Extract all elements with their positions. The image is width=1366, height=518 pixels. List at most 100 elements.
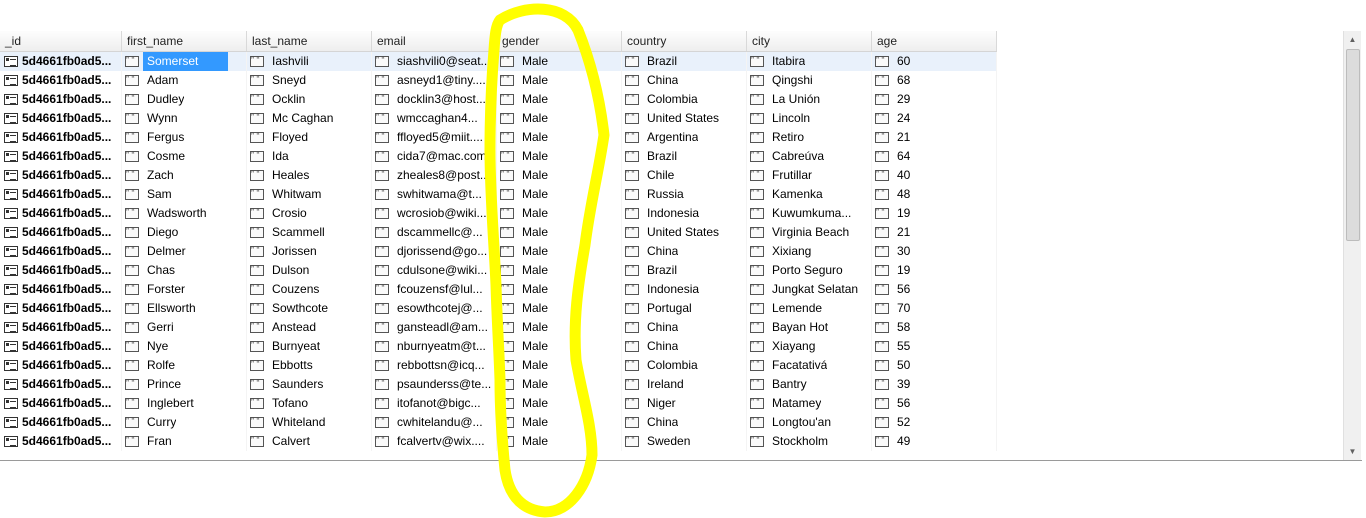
cell-email[interactable]: cwhitelandu@... (372, 413, 497, 432)
cell-country[interactable]: Colombia (622, 356, 747, 375)
cell-city[interactable]: Stockholm (747, 432, 872, 451)
table-row[interactable]: 5d4661fb0ad5... Ellsworth Sowthcote esowthc… (0, 299, 997, 318)
cell-email[interactable]: gansteadl@am... (372, 318, 497, 337)
cell-id[interactable]: 5d4661fb0ad5... (0, 71, 122, 90)
cell-age[interactable]: 52 (872, 413, 997, 432)
cell-age[interactable]: 55 (872, 337, 997, 356)
cell-age[interactable]: 68 (872, 71, 997, 90)
cell-first-name[interactable]: Curry (122, 413, 247, 432)
cell-first-name[interactable]: Fran (122, 432, 247, 451)
cell-last-name[interactable]: Whiteland (247, 413, 372, 432)
cell-age[interactable]: 21 (872, 223, 997, 242)
cell-age[interactable]: 29 (872, 90, 997, 109)
cell-country[interactable]: Niger (622, 394, 747, 413)
cell-gender[interactable]: Male (497, 242, 622, 261)
cell-gender[interactable]: Male (497, 375, 622, 394)
cell-city[interactable]: Bayan Hot (747, 318, 872, 337)
cell-first-name[interactable]: Forster (122, 280, 247, 299)
cell-email[interactable]: dscammellc@... (372, 223, 497, 242)
cell-city[interactable]: Lemende (747, 299, 872, 318)
table-row[interactable]: 5d4661fb0ad5... Gerri Anstead gansteadl@am.… (0, 318, 997, 337)
cell-email[interactable]: swhitwama@t... (372, 185, 497, 204)
scroll-down-icon[interactable]: ▼ (1344, 443, 1361, 460)
cell-age[interactable]: 24 (872, 109, 997, 128)
cell-city[interactable]: Bantry (747, 375, 872, 394)
cell-city[interactable]: Virginia Beach (747, 223, 872, 242)
cell-gender[interactable]: Male (497, 318, 622, 337)
cell-email[interactable]: zheales8@post... (372, 166, 497, 185)
cell-gender[interactable]: Male (497, 432, 622, 451)
cell-id[interactable]: 5d4661fb0ad5... (0, 128, 122, 147)
table-row[interactable]: 5d4661fb0ad5... Delmer Jorissen djorissend@… (0, 242, 997, 261)
column-header-email[interactable]: email (372, 31, 497, 51)
cell-gender[interactable]: Male (497, 109, 622, 128)
cell-last-name[interactable]: Calvert (247, 432, 372, 451)
cell-age[interactable]: 56 (872, 280, 997, 299)
table-row[interactable]: 5d4661fb0ad5... Prince Saunders psaunderss@… (0, 375, 997, 394)
cell-gender[interactable]: Male (497, 166, 622, 185)
cell-last-name[interactable]: Anstead (247, 318, 372, 337)
cell-last-name[interactable]: Ocklin (247, 90, 372, 109)
cell-first-name[interactable]: Delmer (122, 242, 247, 261)
cell-email[interactable]: nburnyeatm@t... (372, 337, 497, 356)
cell-first-name[interactable]: Wynn (122, 109, 247, 128)
cell-first-name[interactable]: Gerri (122, 318, 247, 337)
cell-gender[interactable]: Male (497, 261, 622, 280)
cell-gender[interactable]: Male (497, 128, 622, 147)
scrollbar-thumb[interactable] (1346, 49, 1360, 241)
cell-country[interactable]: Indonesia (622, 280, 747, 299)
cell-first-name[interactable]: Ellsworth (122, 299, 247, 318)
cell-country[interactable]: Portugal (622, 299, 747, 318)
cell-email[interactable]: esowthcotej@... (372, 299, 497, 318)
cell-gender[interactable]: Male (497, 299, 622, 318)
cell-id[interactable]: 5d4661fb0ad5... (0, 204, 122, 223)
cell-country[interactable]: China (622, 337, 747, 356)
cell-first-name[interactable]: Zach (122, 166, 247, 185)
cell-email[interactable]: siashvili0@seat... (372, 52, 497, 71)
cell-id[interactable]: 5d4661fb0ad5... (0, 337, 122, 356)
table-row[interactable]: 5d4661fb0ad5... Zach Heales zheales8@post..… (0, 166, 997, 185)
cell-id[interactable]: 5d4661fb0ad5... (0, 432, 122, 451)
cell-last-name[interactable]: Couzens (247, 280, 372, 299)
cell-age[interactable]: 60 (872, 52, 997, 71)
cell-id[interactable]: 5d4661fb0ad5... (0, 223, 122, 242)
cell-id[interactable]: 5d4661fb0ad5... (0, 318, 122, 337)
cell-gender[interactable]: Male (497, 52, 622, 71)
cell-age[interactable]: 64 (872, 147, 997, 166)
table-row[interactable]: 5d4661fb0ad5... Inglebert Tofano itofanot@b… (0, 394, 997, 413)
cell-gender[interactable]: Male (497, 204, 622, 223)
cell-gender[interactable]: Male (497, 394, 622, 413)
cell-age[interactable]: 58 (872, 318, 997, 337)
cell-age[interactable]: 50 (872, 356, 997, 375)
cell-id[interactable]: 5d4661fb0ad5... (0, 109, 122, 128)
cell-first-name[interactable]: Wadsworth (122, 204, 247, 223)
column-header-city[interactable]: city (747, 31, 872, 51)
column-header-gender[interactable]: gender (497, 31, 622, 51)
table-row[interactable]: 5d4661fb0ad5... Wynn Mc Caghan wmccaghan4..… (0, 109, 997, 128)
column-header-id[interactable]: _id (0, 31, 122, 51)
cell-city[interactable]: Retiro (747, 128, 872, 147)
cell-first-name[interactable]: Chas (122, 261, 247, 280)
cell-id[interactable]: 5d4661fb0ad5... (0, 90, 122, 109)
cell-last-name[interactable]: Mc Caghan (247, 109, 372, 128)
cell-last-name[interactable]: Scammell (247, 223, 372, 242)
cell-age[interactable]: 30 (872, 242, 997, 261)
cell-id[interactable]: 5d4661fb0ad5... (0, 413, 122, 432)
cell-gender[interactable]: Male (497, 413, 622, 432)
table-row[interactable]: 5d4661fb0ad5... Curry Whiteland cwhitelandu… (0, 413, 997, 432)
cell-last-name[interactable]: Tofano (247, 394, 372, 413)
cell-city[interactable]: Matamey (747, 394, 872, 413)
scroll-up-icon[interactable]: ▲ (1344, 31, 1361, 48)
cell-id[interactable]: 5d4661fb0ad5... (0, 242, 122, 261)
cell-last-name[interactable]: Dulson (247, 261, 372, 280)
cell-gender[interactable]: Male (497, 71, 622, 90)
cell-email[interactable]: djorissend@go... (372, 242, 497, 261)
cell-email[interactable]: wmccaghan4... (372, 109, 497, 128)
cell-email[interactable]: docklin3@host... (372, 90, 497, 109)
cell-city[interactable]: Kuwumkuma... (747, 204, 872, 223)
table-row[interactable]: 5d4661fb0ad5... Adam Sneyd asneyd1@tiny....… (0, 71, 997, 90)
cell-first-name[interactable]: Inglebert (122, 394, 247, 413)
vertical-scrollbar[interactable]: ▲ ▼ (1343, 31, 1361, 460)
cell-country[interactable]: Sweden (622, 432, 747, 451)
cell-id[interactable]: 5d4661fb0ad5... (0, 52, 122, 71)
